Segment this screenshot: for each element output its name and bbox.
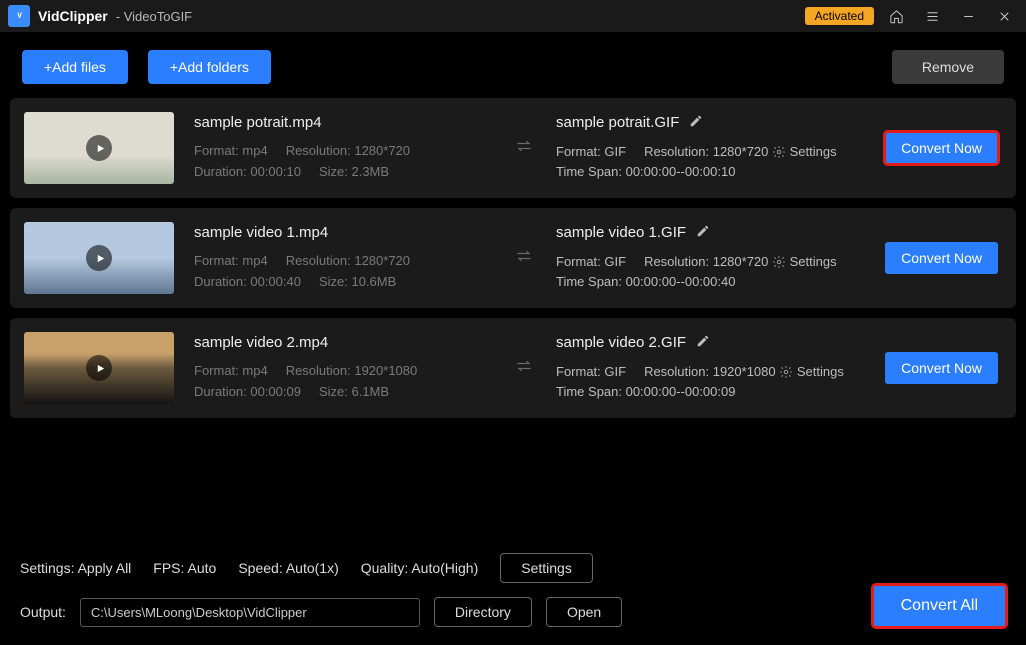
remove-button[interactable]: Remove [892, 50, 1004, 84]
settings-apply-all-label: Settings: Apply All [20, 560, 131, 576]
convert-all-button[interactable]: Convert All [873, 585, 1006, 627]
toolbar: +Add files +Add folders Remove [0, 32, 1026, 98]
gear-icon[interactable] [772, 145, 786, 159]
swap-icon [514, 356, 536, 381]
output-filename: sample video 1.GIF [556, 224, 865, 242]
minimize-icon[interactable] [954, 2, 982, 30]
source-filename: sample video 2.mp4 [194, 334, 494, 351]
source-column: sample video 2.mp4 Format: mp4Resolution… [194, 334, 494, 401]
source-column: sample potrait.mp4 Format: mp4Resolution… [194, 114, 494, 181]
quality-label: Quality: Auto(High) [361, 560, 479, 576]
play-icon[interactable] [86, 355, 112, 381]
module-name: - VideoToGIF [116, 9, 192, 24]
file-list: sample potrait.mp4 Format: mp4Resolution… [0, 98, 1026, 541]
title-bar: VidClipper - VideoToGIF Activated [0, 0, 1026, 32]
add-folders-button[interactable]: +Add folders [148, 50, 271, 84]
add-files-button[interactable]: +Add files [22, 50, 128, 84]
source-column: sample video 1.mp4 Format: mp4Resolution… [194, 224, 494, 291]
row-settings-link[interactable]: Settings [790, 254, 837, 269]
activated-badge: Activated [805, 7, 874, 25]
edit-icon[interactable] [696, 334, 710, 352]
fps-label: FPS: Auto [153, 560, 216, 576]
open-button[interactable]: Open [546, 597, 622, 627]
play-icon[interactable] [86, 135, 112, 161]
source-filename: sample video 1.mp4 [194, 224, 494, 241]
thumbnail[interactable] [24, 222, 174, 294]
gear-icon[interactable] [779, 365, 793, 379]
footer: Settings: Apply All FPS: Auto Speed: Aut… [0, 541, 1026, 645]
output-filename: sample video 2.GIF [556, 334, 865, 352]
thumbnail[interactable] [24, 332, 174, 404]
row-settings-link[interactable]: Settings [790, 144, 837, 159]
edit-icon[interactable] [689, 114, 703, 132]
list-item: sample potrait.mp4 Format: mp4Resolution… [10, 98, 1016, 198]
output-label: Output: [20, 604, 66, 620]
list-item: sample video 1.mp4 Format: mp4Resolution… [10, 208, 1016, 308]
gear-icon[interactable] [772, 255, 786, 269]
convert-now-button[interactable]: Convert Now [885, 242, 998, 274]
directory-button[interactable]: Directory [434, 597, 532, 627]
output-column: sample video 1.GIF Format: GIF Resolutio… [556, 224, 865, 292]
output-filename: sample potrait.GIF [556, 114, 865, 132]
settings-button[interactable]: Settings [500, 553, 593, 583]
list-item: sample video 2.mp4 Format: mp4Resolution… [10, 318, 1016, 418]
close-icon[interactable] [990, 2, 1018, 30]
app-logo [8, 5, 30, 27]
app-name: VidClipper [38, 8, 108, 24]
speed-label: Speed: Auto(1x) [238, 560, 338, 576]
output-path-input[interactable] [80, 598, 420, 627]
source-filename: sample potrait.mp4 [194, 114, 494, 131]
convert-now-button[interactable]: Convert Now [885, 132, 998, 164]
swap-icon [514, 136, 536, 161]
row-settings-link[interactable]: Settings [797, 364, 844, 379]
swap-icon [514, 246, 536, 271]
thumbnail[interactable] [24, 112, 174, 184]
menu-icon[interactable] [918, 2, 946, 30]
edit-icon[interactable] [696, 224, 710, 242]
home-icon[interactable] [882, 2, 910, 30]
output-column: sample potrait.GIF Format: GIF Resolutio… [556, 114, 865, 182]
output-column: sample video 2.GIF Format: GIF Resolutio… [556, 334, 865, 402]
convert-now-button[interactable]: Convert Now [885, 352, 998, 384]
play-icon[interactable] [86, 245, 112, 271]
